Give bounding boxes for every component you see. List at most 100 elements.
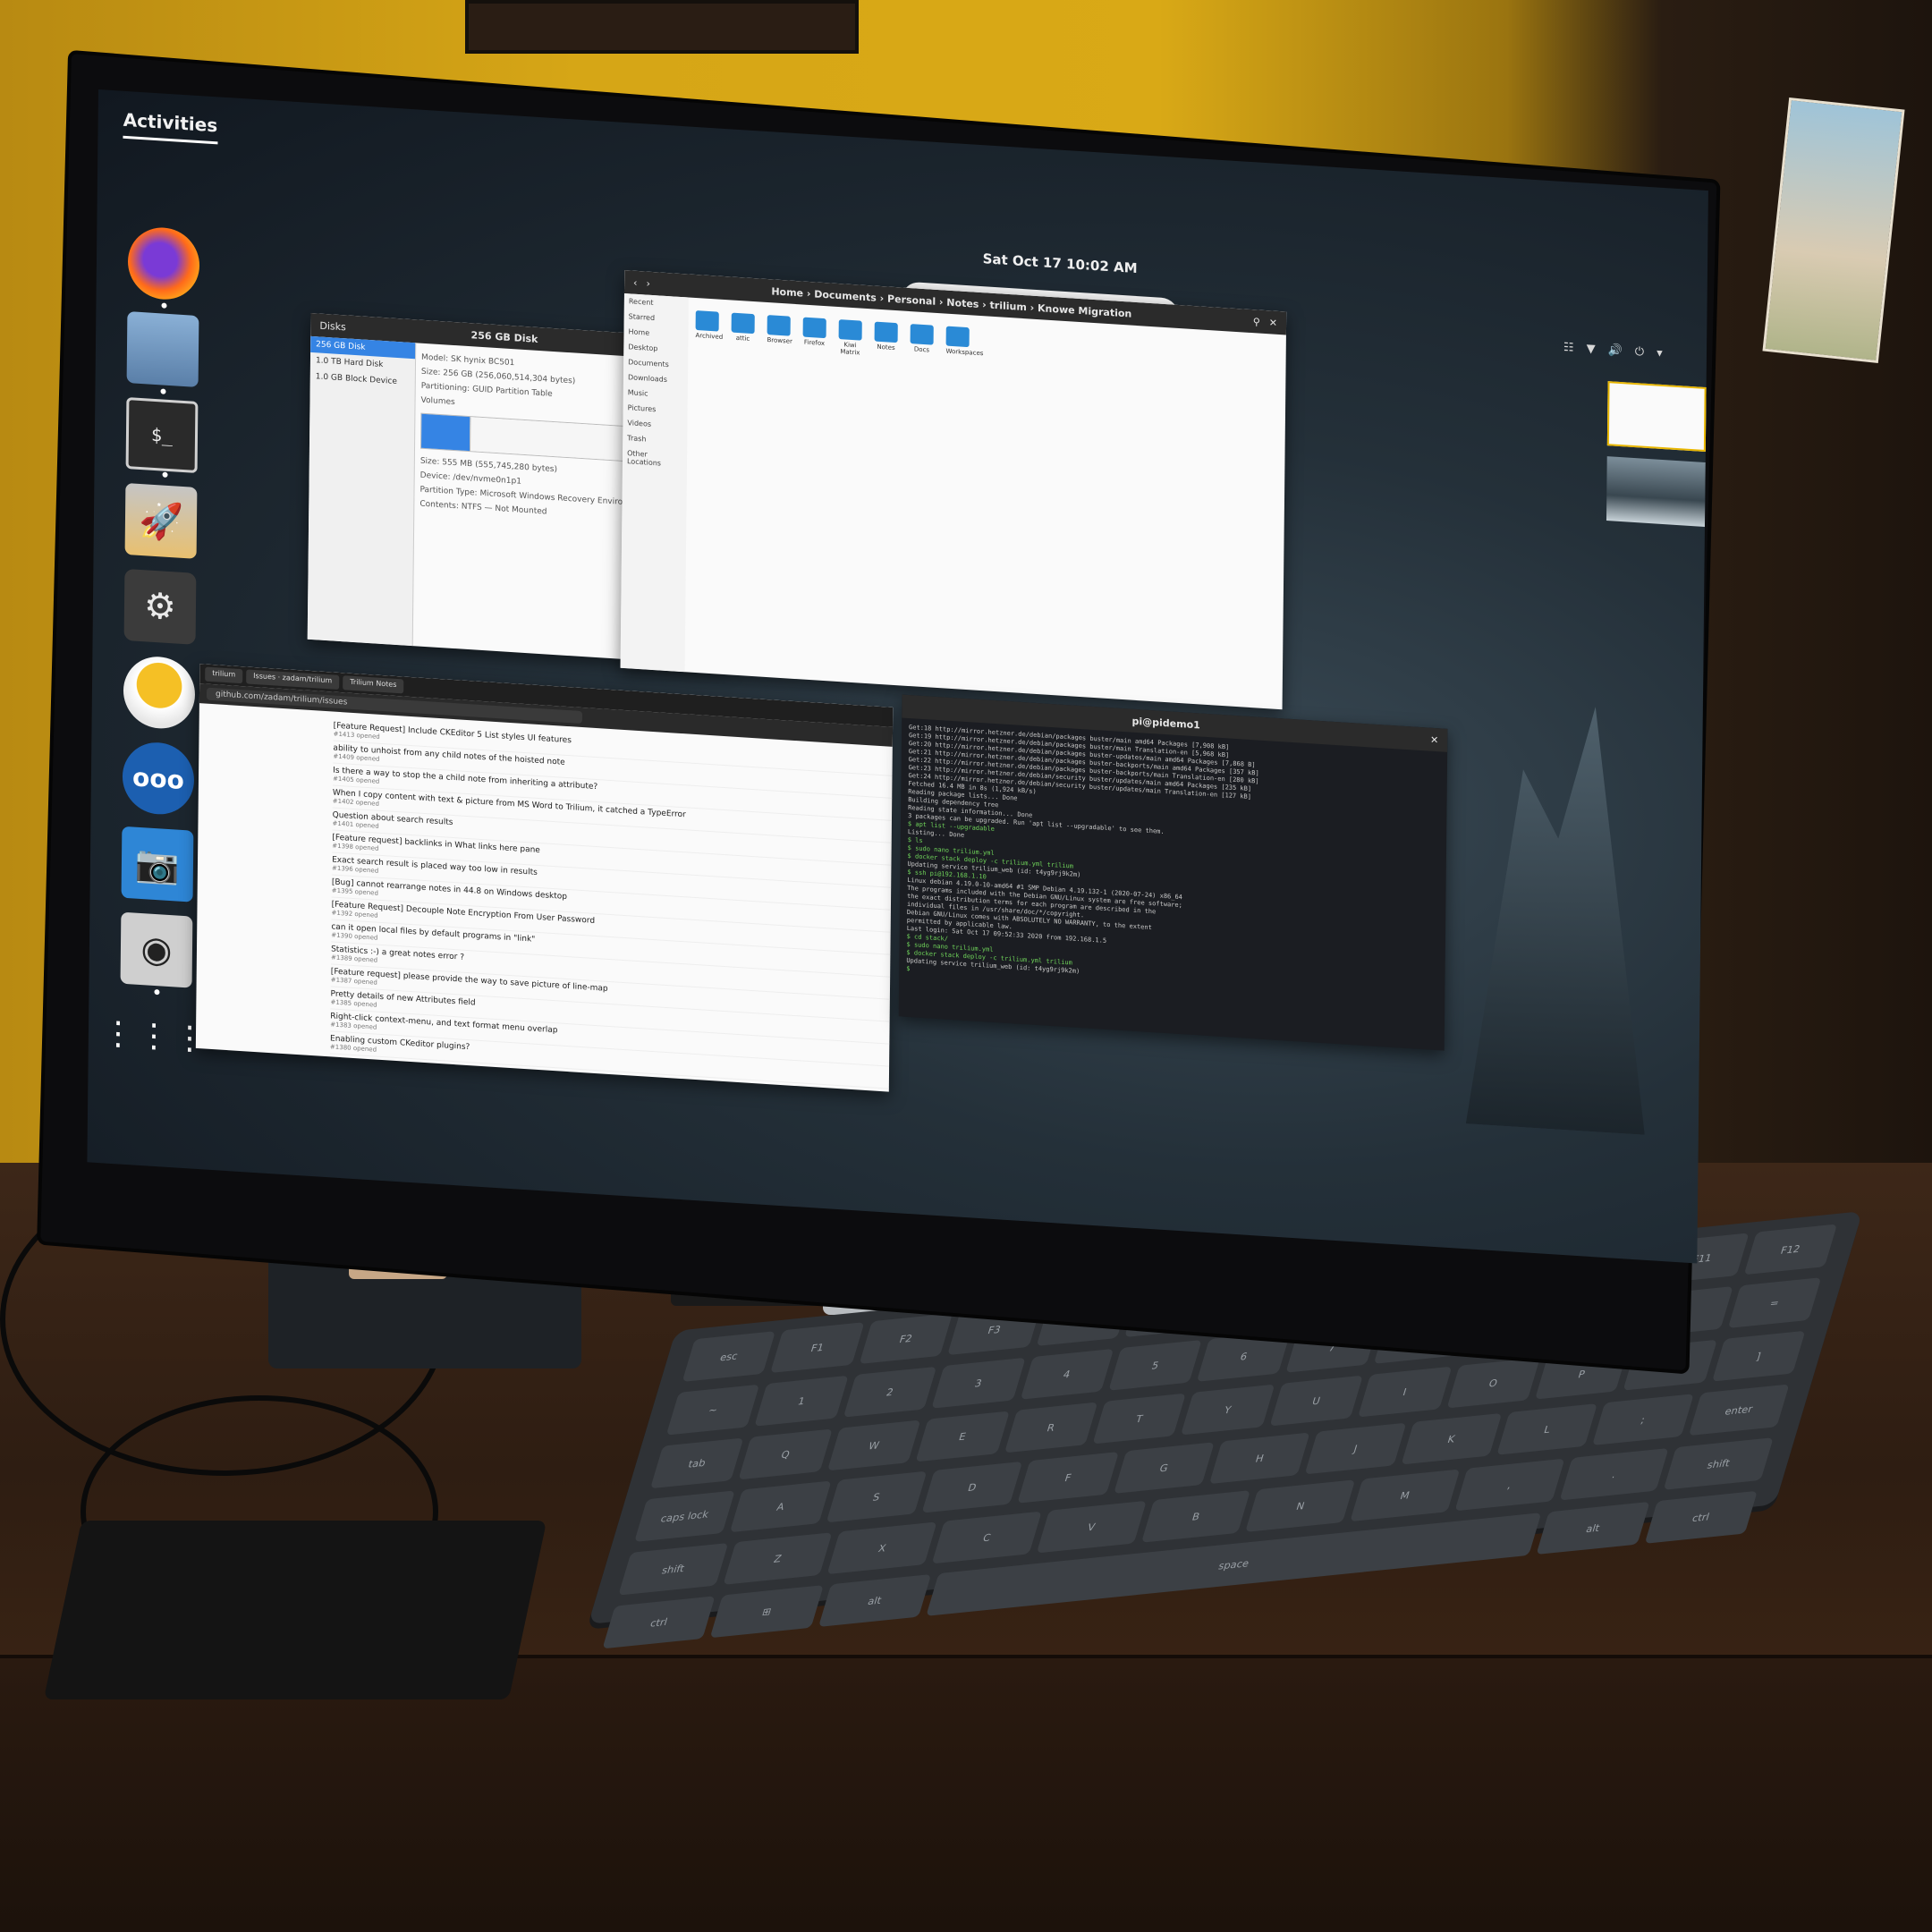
keyboard-key[interactable]: X [826,1521,937,1575]
keyboard-key[interactable]: ; [1592,1394,1694,1445]
folder-item[interactable]: Docs [910,324,934,361]
weather-icon[interactable] [123,654,196,731]
keyboard-key[interactable]: W [826,1419,921,1471]
keyboard-key[interactable]: caps lock [634,1490,736,1542]
keyboard-key[interactable]: shift [618,1542,729,1596]
keyboard-key[interactable]: D [921,1461,1023,1513]
folder-label: Notes [877,343,895,352]
keyboard-key[interactable]: F12 [1743,1224,1838,1275]
power-icon[interactable]: ⏻ [1635,345,1644,360]
gear-icon[interactable]: ⚙ [123,568,197,645]
breadcrumb-item[interactable]: Notes [946,296,979,309]
keyboard-key[interactable]: tab [649,1437,744,1489]
top-bar-clock[interactable]: Sat Oct 17 10:02 AM [983,250,1138,276]
camera-icon[interactable]: 📷 [121,826,194,902]
chevron-down-icon[interactable]: ▾ [1657,347,1663,360]
back-icon[interactable]: ‹ [633,276,638,288]
folder-item[interactable]: Browser [767,315,792,352]
rocket-icon[interactable]: 🚀 [124,482,198,559]
workspace-thumbnail[interactable] [1606,381,1707,453]
folder-label: Browser [767,336,792,345]
keyboard-key[interactable]: , [1454,1458,1565,1512]
keyboard-key[interactable]: A [730,1480,832,1533]
files-window[interactable]: ‹ › Home › Documents › Personal › Notes … [620,269,1287,710]
keyboard-key[interactable]: L [1496,1403,1598,1455]
keyboard-key[interactable]: 4 [1020,1348,1114,1400]
keyboard-key[interactable]: R [1004,1402,1098,1453]
keyboard-key[interactable]: ~ [665,1384,760,1436]
folder-icon[interactable] [126,311,199,394]
keyboard-key[interactable]: ] [1711,1330,1806,1382]
breadcrumb-item[interactable]: Knowe Migration [1038,302,1131,320]
close-icon[interactable]: ✕ [1430,733,1438,746]
keyboard-key[interactable]: Q [738,1428,833,1480]
keyboard-key[interactable]: esc [682,1331,776,1382]
keyboard-key[interactable]: F [1017,1452,1119,1504]
keyboard-key[interactable]: N [1245,1479,1356,1532]
partition-block[interactable] [421,413,470,452]
keyboard-key[interactable]: F2 [859,1313,953,1365]
keyboard-key[interactable]: . [1559,1447,1669,1501]
terminal-output[interactable]: Get:18 http://mirror.hetzner.de/debian/p… [899,718,1447,1013]
nextcloud-icon[interactable]: ooo [122,740,195,817]
keyboard-key[interactable]: E [915,1411,1010,1462]
keyboard-key[interactable]: O [1445,1357,1540,1409]
browser-tab[interactable]: trilium [205,666,243,684]
keyboard-key[interactable]: 5 [1108,1339,1203,1391]
model-value: SK hynix BC501 [450,354,515,369]
breadcrumb-item[interactable]: Documents [814,288,877,303]
keyboard-key[interactable]: H [1208,1432,1310,1485]
issue-list: [Feature Request] Include CKEditor 5 Lis… [196,703,893,1092]
running-indicator [160,388,166,394]
browser-tab[interactable]: Trilium Notes [343,675,404,694]
keyboard-key[interactable]: 2 [843,1366,937,1418]
search-icon[interactable]: ⚲ [1253,316,1260,327]
folder-item[interactable]: Kiwi Matrix [838,319,862,357]
keyboard-key[interactable]: Y [1181,1384,1275,1436]
keyboard-key[interactable]: = [1727,1277,1822,1328]
activities-button[interactable]: Activities [123,108,218,145]
keyboard-key[interactable]: C [931,1511,1042,1564]
keyboard-key[interactable]: 6 [1197,1330,1291,1382]
breadcrumb-item[interactable]: Personal [887,292,936,307]
keyboard-key[interactable]: 1 [754,1375,849,1427]
folder-item[interactable]: attic [731,312,755,351]
keyboard-key[interactable]: K [1401,1412,1503,1465]
keyboard-key[interactable]: I [1358,1366,1452,1418]
disk-icon[interactable]: ◉ [120,911,193,996]
volume-icon[interactable]: 🔊 [1608,343,1623,358]
firefox-icon[interactable] [127,225,200,309]
forward-icon[interactable]: › [646,277,650,289]
wifi-icon[interactable]: ▼ [1587,343,1596,357]
keyboard-key[interactable]: S [826,1470,928,1523]
keyboard-key[interactable]: G [1113,1442,1215,1494]
folder-item[interactable]: Archived [695,310,723,348]
system-status-area[interactable]: ☷ ▼ 🔊 ⏻ ▾ [1563,341,1663,360]
folder-item[interactable]: Workspaces [945,326,983,364]
partitioning-label: Partitioning [420,381,468,394]
keyboard-key[interactable]: B [1140,1490,1251,1543]
breadcrumb-item[interactable]: Home [771,285,803,299]
keyboard-key[interactable]: F1 [770,1322,865,1373]
keyboard-key[interactable]: shift [1664,1437,1774,1490]
keyboard-key[interactable]: 3 [931,1357,1026,1409]
keyboard-key[interactable]: U [1269,1375,1364,1427]
keyboard-key[interactable]: J [1304,1422,1407,1475]
wallpaper-mountain [1466,676,1649,1134]
folder-item[interactable]: Firefox [802,317,826,355]
terminal-window[interactable]: pi@pidemo1 ✕ Get:18 http://mirror.hetzne… [898,694,1448,1051]
keyboard-key[interactable]: Z [723,1532,833,1585]
terminal-icon[interactable]: $_ [125,396,199,478]
network-icon[interactable]: ☷ [1563,341,1574,355]
close-icon[interactable]: ✕ [1269,317,1277,329]
keyboard-key[interactable]: M [1350,1469,1461,1522]
keyboard-key[interactable]: V [1036,1500,1147,1554]
breadcrumb-item[interactable]: trilium [990,299,1027,313]
app-grid-icon[interactable]: ⋮⋮⋮ [102,998,209,1074]
workspace-thumbnail[interactable] [1606,456,1706,527]
keyboard-key[interactable]: enter [1688,1384,1790,1436]
browser-window[interactable]: trilium Issues · zadam/trilium Trilium N… [195,664,894,1092]
keyboard-key[interactable]: T [1092,1393,1187,1445]
folder-item[interactable]: Notes [874,321,898,360]
sidebar-item[interactable]: Other Locations [623,445,687,473]
